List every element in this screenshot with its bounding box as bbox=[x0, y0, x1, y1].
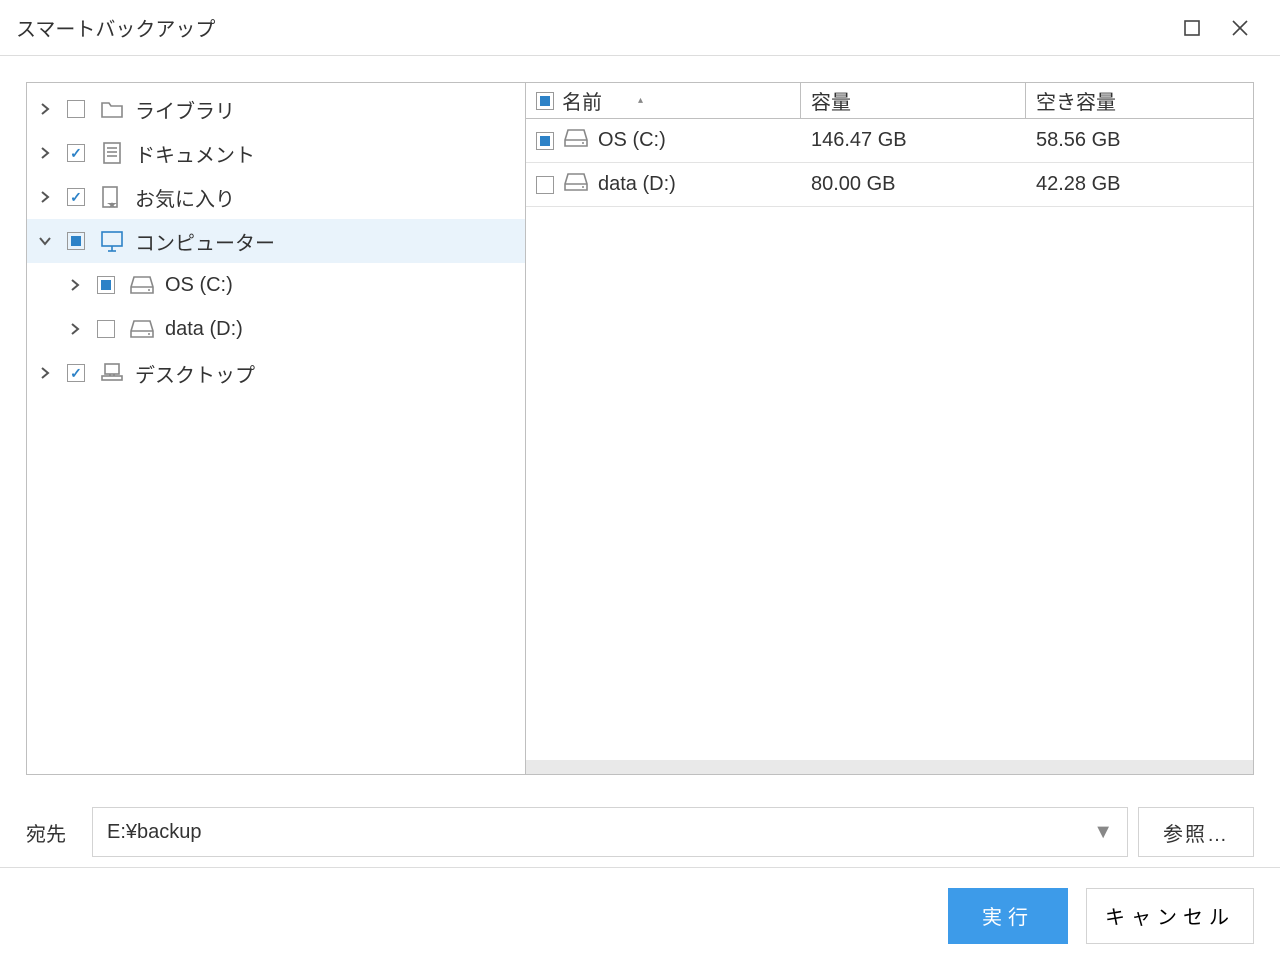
drive-icon bbox=[564, 172, 588, 198]
folder-icon bbox=[99, 98, 125, 120]
drive-name: OS (C:) bbox=[598, 129, 666, 152]
drive-icon bbox=[129, 318, 155, 340]
browse-button[interactable]: 参照… bbox=[1138, 807, 1254, 857]
row-checkbox[interactable] bbox=[536, 176, 554, 194]
chevron-right-icon[interactable] bbox=[33, 97, 57, 121]
chevron-right-icon[interactable] bbox=[33, 185, 57, 209]
tree-item[interactable]: OS (C:) bbox=[27, 263, 525, 307]
list-rows[interactable]: OS (C:) 146.47 GB 58.56 GB data (D:) 80.00 G… bbox=[526, 119, 1253, 760]
drive-icon bbox=[129, 274, 155, 296]
drive-size: 80.00 GB bbox=[811, 173, 896, 196]
maximize-button[interactable] bbox=[1168, 4, 1216, 52]
table-row[interactable]: OS (C:) 146.47 GB 58.56 GB bbox=[526, 119, 1253, 163]
tree-item-label: デスクトップ bbox=[135, 359, 255, 388]
tree-checkbox[interactable] bbox=[97, 276, 115, 294]
tree-checkbox[interactable] bbox=[67, 364, 85, 382]
titlebar: スマートバックアップ bbox=[0, 0, 1280, 56]
tree-item-label: ライブラリ bbox=[135, 95, 235, 124]
table-row[interactable]: data (D:) 80.00 GB 42.28 GB bbox=[526, 163, 1253, 207]
tree-item-label: ドキュメント bbox=[135, 139, 255, 168]
horizontal-scrollbar[interactable] bbox=[526, 760, 1253, 774]
cancel-button-label: キャンセル bbox=[1105, 907, 1235, 929]
drive-size: 146.47 GB bbox=[811, 129, 907, 152]
run-button-label: 実行 bbox=[982, 907, 1034, 929]
column-size[interactable]: 容量 bbox=[801, 83, 1026, 118]
drive-icon bbox=[564, 128, 588, 154]
tree-checkbox[interactable] bbox=[67, 144, 85, 162]
destination-label: 宛先 bbox=[26, 818, 82, 847]
chevron-right-icon[interactable] bbox=[33, 141, 57, 165]
dropdown-arrow-icon[interactable]: ▼ bbox=[1093, 821, 1113, 844]
list-header[interactable]: 名前 ▴ 容量 空き容量 bbox=[526, 83, 1253, 119]
footer: 実行 キャンセル bbox=[0, 867, 1280, 963]
drive-name: data (D:) bbox=[598, 173, 676, 196]
tree-item-label: コンピューター bbox=[135, 227, 275, 256]
tree-item[interactable]: お気に入り bbox=[27, 175, 525, 219]
tree-item[interactable]: data (D:) bbox=[27, 307, 525, 351]
destination-input[interactable]: E:¥backup ▼ bbox=[92, 807, 1128, 857]
tree-item-label: data (D:) bbox=[165, 318, 243, 341]
document-icon bbox=[99, 142, 125, 164]
column-name[interactable]: 名前 ▴ bbox=[526, 83, 801, 118]
content-area: ライブラリドキュメントお気に入りコンピューター OS (C:) data (D:) デ… bbox=[0, 56, 1280, 801]
tree-item[interactable]: ライブラリ bbox=[27, 87, 525, 131]
column-size-label: 容量 bbox=[811, 86, 851, 115]
destination-row: 宛先 E:¥backup ▼ 参照… bbox=[0, 801, 1280, 867]
column-name-label: 名前 bbox=[562, 86, 602, 115]
tree-item-label: お気に入り bbox=[135, 183, 235, 212]
tree-checkbox[interactable] bbox=[67, 232, 85, 250]
chevron-right-icon[interactable] bbox=[63, 273, 87, 297]
destination-value: E:¥backup bbox=[107, 821, 1085, 844]
favorite-icon bbox=[99, 186, 125, 208]
row-checkbox[interactable] bbox=[536, 132, 554, 150]
tree-item[interactable]: デスクトップ bbox=[27, 351, 525, 395]
monitor-icon bbox=[99, 230, 125, 252]
window-title: スマートバックアップ bbox=[16, 13, 1168, 42]
header-checkbox[interactable] bbox=[536, 92, 554, 110]
column-free-label: 空き容量 bbox=[1036, 86, 1116, 115]
close-button[interactable] bbox=[1216, 4, 1264, 52]
close-icon bbox=[1232, 20, 1248, 36]
browse-button-label: 参照… bbox=[1163, 818, 1229, 847]
tree-checkbox[interactable] bbox=[67, 100, 85, 118]
drive-free: 42.28 GB bbox=[1036, 173, 1121, 196]
chevron-right-icon[interactable] bbox=[33, 361, 57, 385]
drive-free: 58.56 GB bbox=[1036, 129, 1121, 152]
tree-item[interactable]: コンピューター bbox=[27, 219, 525, 263]
tree-checkbox[interactable] bbox=[97, 320, 115, 338]
maximize-icon bbox=[1184, 20, 1200, 36]
cancel-button[interactable]: キャンセル bbox=[1086, 888, 1254, 944]
tree-item[interactable]: ドキュメント bbox=[27, 131, 525, 175]
column-free[interactable]: 空き容量 bbox=[1026, 83, 1253, 118]
chevron-down-icon[interactable] bbox=[33, 229, 57, 253]
drive-list-pane: 名前 ▴ 容量 空き容量 OS (C:) 146.47 GB 58.56 GB dat… bbox=[526, 82, 1254, 775]
sort-ascending-icon: ▴ bbox=[638, 95, 643, 106]
run-button[interactable]: 実行 bbox=[948, 888, 1068, 944]
tree-checkbox[interactable] bbox=[67, 188, 85, 206]
chevron-right-icon[interactable] bbox=[63, 317, 87, 341]
source-tree[interactable]: ライブラリドキュメントお気に入りコンピューター OS (C:) data (D:) デ… bbox=[26, 82, 526, 775]
tree-item-label: OS (C:) bbox=[165, 274, 233, 297]
desktop-icon bbox=[99, 362, 125, 384]
